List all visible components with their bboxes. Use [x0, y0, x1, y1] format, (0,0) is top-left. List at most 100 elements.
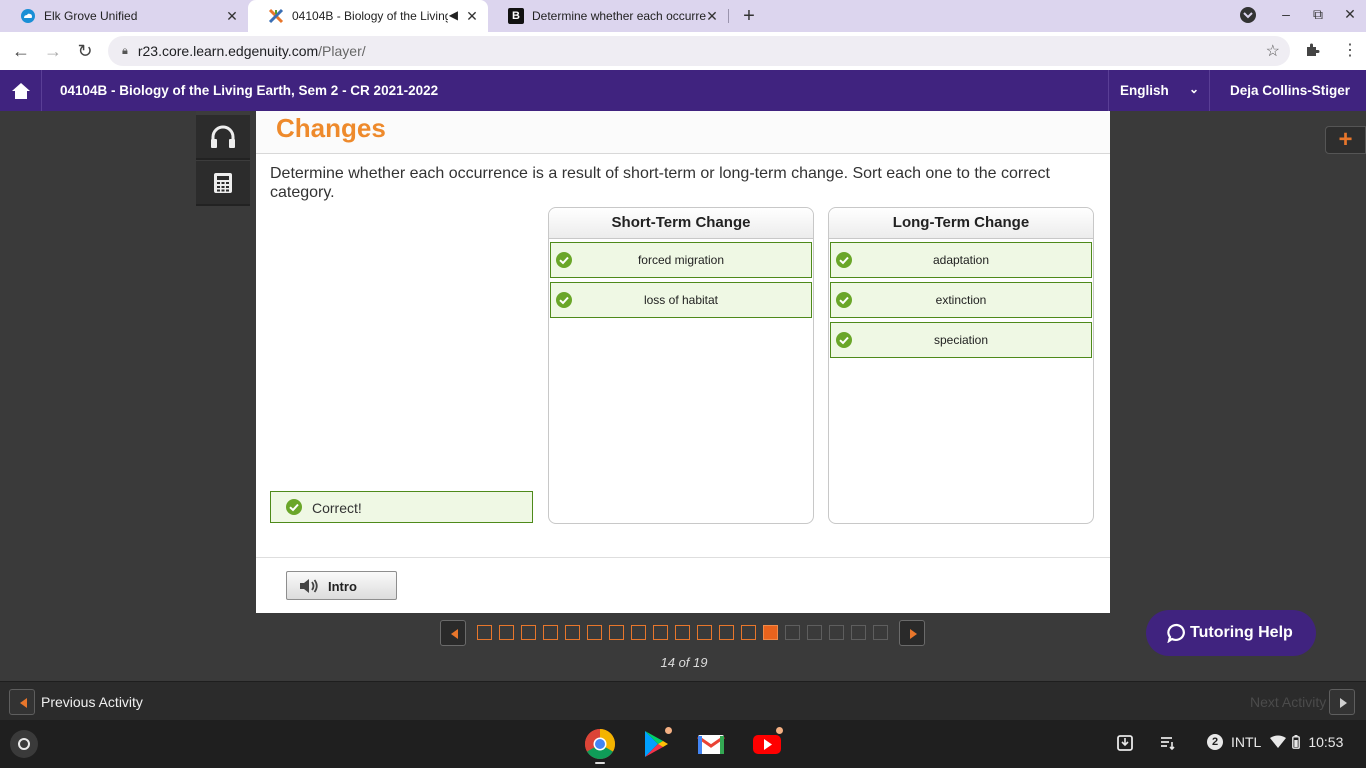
- next-activity-button[interactable]: [1329, 689, 1355, 715]
- chat-bubble-icon: [1167, 623, 1185, 643]
- pager-page-13[interactable]: [741, 625, 756, 640]
- url-path: /Player/: [318, 43, 366, 59]
- youtube-icon[interactable]: [751, 727, 783, 760]
- tab-biology[interactable]: 04104B - Biology of the Living ◀︎ ✕: [248, 0, 488, 32]
- pager-page-9[interactable]: [653, 625, 668, 640]
- pager-page-14[interactable]: [763, 625, 778, 640]
- bookmark-star-icon[interactable]: ☆: [1266, 41, 1280, 61]
- tab-brainly[interactable]: B Determine whether each occurre ✕: [488, 0, 728, 32]
- arrow-right-icon: [910, 629, 917, 639]
- intro-button[interactable]: Intro: [286, 571, 397, 600]
- pager-label: 14 of 19: [660, 655, 708, 670]
- pager-page-12[interactable]: [719, 625, 734, 640]
- pager-page-16[interactable]: [807, 625, 822, 640]
- pager-page-7[interactable]: [609, 625, 624, 640]
- activity-footer: Intro: [256, 557, 1110, 613]
- tab-title: Elk Grove Unified: [44, 9, 138, 23]
- sort-item-label: forced migration: [637, 253, 725, 267]
- pager-prev-button[interactable]: [440, 620, 466, 646]
- short-term-column[interactable]: Short-Term Change forced migration loss …: [548, 207, 814, 524]
- speaker-icon: [300, 579, 318, 593]
- language-select[interactable]: English ⌄: [1108, 70, 1210, 111]
- pager-page-3[interactable]: [521, 625, 536, 640]
- pager-page-2[interactable]: [499, 625, 514, 640]
- screenshot-tray-icon[interactable]: [1116, 734, 1134, 755]
- sort-item[interactable]: adaptation: [830, 242, 1092, 278]
- pager-page-1[interactable]: [477, 625, 492, 640]
- calculator-button[interactable]: [196, 161, 250, 206]
- check-circle-icon: [556, 252, 572, 268]
- language-label: English: [1120, 83, 1169, 98]
- long-term-column[interactable]: Long-Term Change adaptation extinction s…: [828, 207, 1094, 524]
- sort-item[interactable]: loss of habitat: [550, 282, 812, 318]
- pager-page-6[interactable]: [587, 625, 602, 640]
- reload-icon[interactable]: ↻: [74, 40, 96, 62]
- close-window-icon[interactable]: ✕: [1340, 6, 1360, 23]
- audio-button[interactable]: [196, 115, 250, 160]
- instructions: Determine whether each occurrence is a r…: [270, 165, 1050, 201]
- wifi-icon: [1270, 735, 1287, 748]
- lock-icon: 🔒︎: [122, 44, 128, 57]
- headphones-icon: [211, 125, 235, 148]
- back-icon[interactable]: ←: [10, 40, 32, 62]
- play-store-icon[interactable]: [640, 727, 672, 760]
- expand-plus-icon[interactable]: +: [1325, 126, 1366, 154]
- close-tab-icon[interactable]: ✕: [704, 8, 720, 24]
- intro-label: Intro: [328, 579, 357, 594]
- tab-title: 04104B - Biology of the Living: [292, 9, 448, 23]
- close-tab-icon[interactable]: ✕: [464, 8, 480, 24]
- next-activity-label: Next Activity: [1250, 694, 1327, 710]
- pager-page-15[interactable]: [785, 625, 800, 640]
- pager-page-19[interactable]: [873, 625, 888, 640]
- brainly-icon: B: [508, 8, 524, 24]
- clock: 10:53: [1308, 734, 1344, 750]
- extensions-icon[interactable]: [1302, 42, 1322, 63]
- arrow-left-icon: [20, 698, 27, 708]
- notification-count-badge: 2: [1207, 734, 1223, 750]
- tutoring-help-button[interactable]: Tutoring Help: [1146, 610, 1316, 656]
- pager-page-11[interactable]: [697, 625, 712, 640]
- tab-title: Determine whether each occurre: [532, 9, 707, 23]
- tab-search-icon[interactable]: [1238, 6, 1258, 27]
- battery-icon: [1292, 735, 1301, 749]
- sort-item[interactable]: forced migration: [550, 242, 812, 278]
- sort-item-label: adaptation: [932, 253, 990, 267]
- minimize-icon[interactable]: –: [1276, 6, 1296, 22]
- pager-page-5[interactable]: [565, 625, 580, 640]
- launcher-icon[interactable]: [10, 730, 38, 758]
- browser-tab-strip: Elk Grove Unified ✕ 04104B - Biology of …: [0, 0, 1366, 32]
- home-icon[interactable]: [0, 70, 42, 111]
- sort-item[interactable]: speciation: [830, 322, 1092, 358]
- tutoring-label: Tutoring Help: [1190, 624, 1293, 641]
- pager-next-button[interactable]: [899, 620, 925, 646]
- check-circle-icon: [836, 332, 852, 348]
- speaker-icon[interactable]: ◀︎: [449, 8, 458, 22]
- address-bar[interactable]: 🔒︎ r23.core.learn.edgenuity.com/Player/ …: [108, 36, 1290, 66]
- pager-page-18[interactable]: [851, 625, 866, 640]
- menu-kebab-icon[interactable]: ⋮: [1340, 40, 1360, 60]
- new-tab-icon[interactable]: +: [738, 5, 760, 28]
- restore-icon[interactable]: ⧉: [1308, 6, 1328, 23]
- forward-icon[interactable]: →: [42, 40, 64, 62]
- clipboard-tray-icon[interactable]: [1159, 734, 1177, 755]
- column-heading: Long-Term Change: [829, 208, 1093, 239]
- gmail-icon[interactable]: [695, 728, 727, 760]
- chrome-icon[interactable]: [584, 728, 616, 764]
- user-name[interactable]: Deja Collins-Stiger: [1230, 83, 1350, 98]
- pager-page-8[interactable]: [631, 625, 646, 640]
- pager-page-10[interactable]: [675, 625, 690, 640]
- activity-title-bar: Changes: [256, 111, 1110, 154]
- previous-activity-button[interactable]: [9, 689, 35, 715]
- feedback-correct: Correct!: [270, 491, 533, 523]
- sort-item-label: loss of habitat: [643, 293, 719, 307]
- sort-item[interactable]: extinction: [830, 282, 1092, 318]
- status-area[interactable]: 2 INTL 10:53: [1207, 734, 1343, 750]
- close-tab-icon[interactable]: ✕: [224, 8, 240, 24]
- pager-page-4[interactable]: [543, 625, 558, 640]
- pager-page-17[interactable]: [829, 625, 844, 640]
- tool-sidebar: [196, 111, 250, 206]
- previous-activity-label[interactable]: Previous Activity: [41, 694, 143, 710]
- calculator-icon: [214, 172, 232, 193]
- tab-elk-grove[interactable]: Elk Grove Unified ✕: [0, 0, 248, 32]
- activity-title: Changes: [276, 113, 386, 143]
